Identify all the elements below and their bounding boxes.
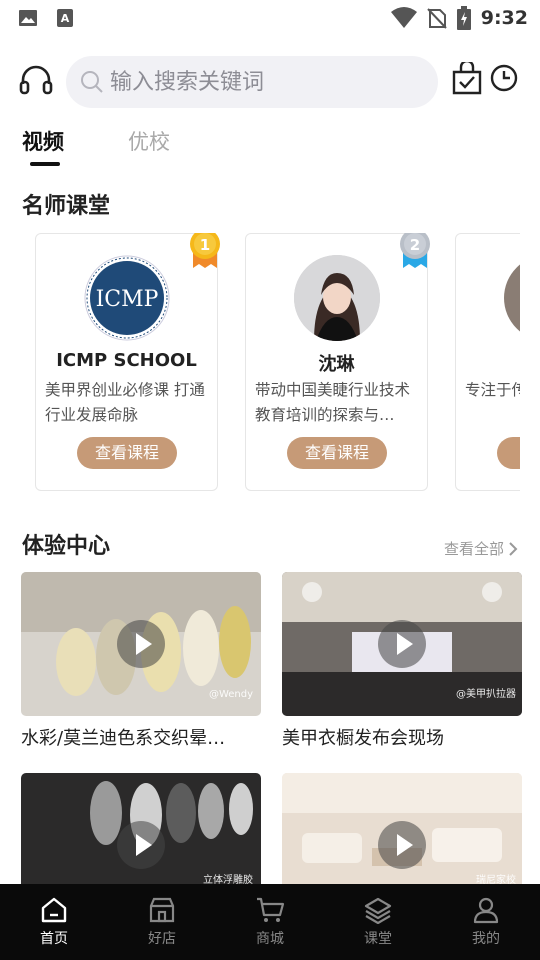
video-watermark: @美甲扒拉器 — [456, 689, 516, 700]
top-tabs: 视频 优校 — [22, 126, 170, 168]
video-watermark: @Wendy — [208, 689, 253, 700]
nav-label: 我的 — [472, 931, 500, 947]
checkin-bag-icon[interactable] — [451, 62, 483, 96]
video-thumbnail[interactable]: 瑞尼家校 — [282, 773, 522, 884]
search-bar[interactable] — [66, 56, 438, 108]
nav-label: 课堂 — [364, 931, 392, 947]
clock-time: 9:32 — [480, 7, 528, 29]
video-thumbnail[interactable]: 立体浮雕胶 — [21, 773, 261, 884]
view-courses-button[interactable]: 查看课程 — [77, 437, 177, 469]
battery-icon — [456, 6, 471, 30]
nav-store[interactable]: 好店 — [108, 884, 216, 960]
teacher-name: ICMP SCHOOL — [56, 350, 197, 371]
view-all-link[interactable]: 查看全部 — [444, 538, 518, 559]
layers-icon — [364, 897, 392, 924]
nav-home[interactable]: 首页 — [0, 884, 108, 960]
app-screen: A 9:32 输入搜索关键词 视频 优校 名师课堂 ICMP ICMP SCHO… — [0, 0, 540, 960]
search-icon — [81, 71, 103, 93]
view-all-label: 查看全部 — [443, 540, 504, 558]
video-watermark: 瑞尼家校 — [476, 875, 516, 884]
teacher-avatar — [294, 255, 380, 341]
text-app-icon: A — [57, 9, 73, 27]
rank-number: 1 — [200, 236, 210, 254]
view-courses-button[interactable]: 查 — [497, 437, 520, 469]
no-sim-icon — [427, 8, 447, 29]
nav-label: 首页 — [40, 931, 68, 947]
svg-text:A: A — [61, 12, 70, 25]
nav-label: 好店 — [148, 931, 176, 947]
headset-icon[interactable] — [18, 62, 54, 98]
teacher-cards-carousel[interactable]: ICMP ICMP SCHOOL 美甲界创业必修课 打通行业发展命脉 查看课程 … — [0, 233, 520, 493]
nav-mall[interactable]: 商城 — [216, 884, 324, 960]
teacher-avatar — [504, 255, 520, 341]
search-input[interactable] — [110, 69, 410, 95]
teacher-desc: 专注于传的知识型 — [465, 381, 520, 399]
teacher-name: 沈琳 — [318, 354, 355, 375]
nav-classroom[interactable]: 课堂 — [324, 884, 432, 960]
video-thumbnail[interactable]: @美甲扒拉器 — [282, 572, 522, 716]
experience-section-title: 体验中心 — [22, 534, 111, 559]
cart-icon — [257, 897, 285, 922]
play-icon[interactable] — [117, 821, 165, 869]
icmp-logo-text: ICMP — [96, 287, 159, 312]
video-title[interactable]: 水彩/莫兰迪色系交织晕… — [21, 724, 261, 750]
video-title[interactable]: 美甲衣橱发布会现场 — [282, 724, 522, 750]
gold-medal-icon: 1 — [190, 233, 220, 268]
teacher-card[interactable]: 专注于传的知识型 查 — [455, 233, 520, 491]
tab-video[interactable]: 视频 — [22, 126, 64, 168]
home-icon — [41, 897, 67, 923]
chevron-right-icon — [509, 541, 518, 556]
play-icon[interactable] — [117, 620, 165, 668]
view-courses-button[interactable]: 查看课程 — [287, 437, 387, 469]
tab-school[interactable]: 优校 — [128, 126, 170, 168]
store-icon — [149, 897, 175, 923]
play-icon[interactable] — [378, 620, 426, 668]
gallery-icon — [19, 10, 37, 26]
silver-medal-icon: 2 — [400, 233, 430, 268]
teachers-section-title: 名师课堂 — [22, 194, 111, 219]
user-icon — [473, 897, 499, 924]
video-thumbnail[interactable]: @Wendy — [21, 572, 261, 716]
icmp-logo: ICMP — [84, 255, 170, 341]
teacher-desc: 带动中国美睫行业技术教育培训的探索与… — [255, 381, 411, 424]
nav-profile[interactable]: 我的 — [432, 884, 540, 960]
teacher-card[interactable]: 沈琳 带动中国美睫行业技术教育培训的探索与… 查看课程 2 — [245, 233, 430, 491]
teacher-card[interactable]: ICMP ICMP SCHOOL 美甲界创业必修课 打通行业发展命脉 查看课程 … — [35, 233, 220, 491]
status-bar: A 9:32 — [0, 0, 540, 36]
teacher-desc: 美甲界创业必修课 打通行业发展命脉 — [45, 381, 205, 424]
rank-number: 2 — [410, 236, 420, 254]
video-watermark: 立体浮雕胶 — [203, 875, 253, 884]
bottom-nav: 首页 好店 商城 课堂 我的 — [0, 884, 540, 960]
play-icon[interactable] — [378, 821, 426, 869]
nav-label: 商城 — [256, 931, 284, 947]
header-bar — [0, 54, 540, 108]
history-icon[interactable] — [490, 64, 518, 92]
wifi-icon — [390, 7, 417, 28]
